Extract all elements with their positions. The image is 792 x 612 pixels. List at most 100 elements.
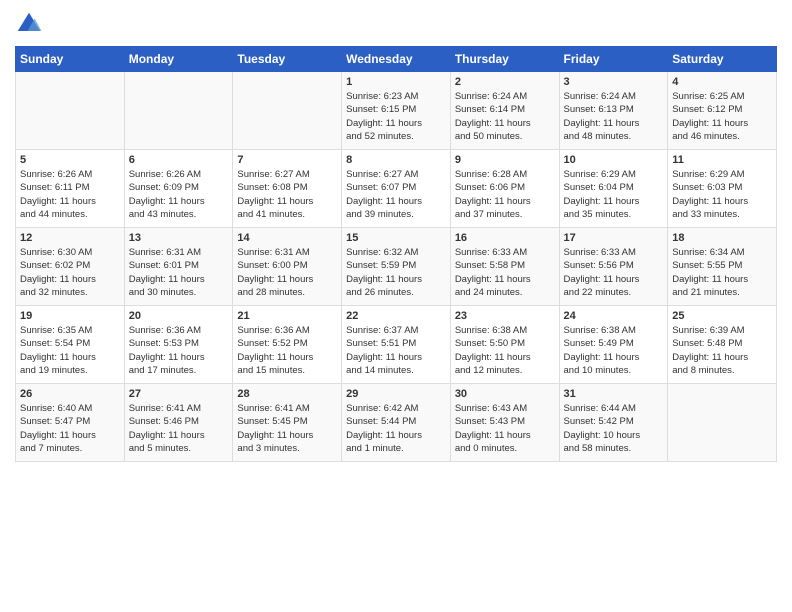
calendar-cell: 3 Sunrise: 6:24 AM Sunset: 6:13 PM Daylig… <box>559 72 668 150</box>
day-info: Sunrise: 6:33 AM Sunset: 5:56 PM Dayligh… <box>564 246 664 299</box>
day-info: Sunrise: 6:36 AM Sunset: 5:52 PM Dayligh… <box>237 324 337 377</box>
calendar-cell: 24 Sunrise: 6:38 AM Sunset: 5:49 PM Dayli… <box>559 306 668 384</box>
calendar-cell: 11 Sunrise: 6:29 AM Sunset: 6:03 PM Dayli… <box>668 150 777 228</box>
calendar-cell <box>124 72 233 150</box>
day-info: Sunrise: 6:33 AM Sunset: 5:58 PM Dayligh… <box>455 246 555 299</box>
day-info: Sunrise: 6:38 AM Sunset: 5:49 PM Dayligh… <box>564 324 664 377</box>
day-info: Sunrise: 6:31 AM Sunset: 6:01 PM Dayligh… <box>129 246 229 299</box>
day-info: Sunrise: 6:25 AM Sunset: 6:12 PM Dayligh… <box>672 90 772 143</box>
day-info: Sunrise: 6:34 AM Sunset: 5:55 PM Dayligh… <box>672 246 772 299</box>
day-number: 10 <box>564 154 664 166</box>
calendar-cell: 14 Sunrise: 6:31 AM Sunset: 6:00 PM Dayli… <box>233 228 342 306</box>
calendar-cell <box>233 72 342 150</box>
weekday-header-saturday: Saturday <box>668 47 777 72</box>
day-info: Sunrise: 6:24 AM Sunset: 6:13 PM Dayligh… <box>564 90 664 143</box>
day-info: Sunrise: 6:31 AM Sunset: 6:00 PM Dayligh… <box>237 246 337 299</box>
day-number: 26 <box>20 388 120 400</box>
day-info: Sunrise: 6:42 AM Sunset: 5:44 PM Dayligh… <box>346 402 446 455</box>
day-info: Sunrise: 6:28 AM Sunset: 6:06 PM Dayligh… <box>455 168 555 221</box>
day-number: 31 <box>564 388 664 400</box>
day-number: 4 <box>672 76 772 88</box>
calendar-cell: 19 Sunrise: 6:35 AM Sunset: 5:54 PM Dayli… <box>16 306 125 384</box>
day-number: 18 <box>672 232 772 244</box>
day-number: 16 <box>455 232 555 244</box>
calendar-cell <box>16 72 125 150</box>
calendar-cell: 27 Sunrise: 6:41 AM Sunset: 5:46 PM Dayli… <box>124 384 233 462</box>
day-info: Sunrise: 6:29 AM Sunset: 6:03 PM Dayligh… <box>672 168 772 221</box>
calendar-cell: 1 Sunrise: 6:23 AM Sunset: 6:15 PM Daylig… <box>342 72 451 150</box>
day-number: 23 <box>455 310 555 322</box>
weekday-header-row: SundayMondayTuesdayWednesdayThursdayFrid… <box>16 47 777 72</box>
calendar-cell: 26 Sunrise: 6:40 AM Sunset: 5:47 PM Dayli… <box>16 384 125 462</box>
day-number: 8 <box>346 154 446 166</box>
weekday-header-monday: Monday <box>124 47 233 72</box>
calendar-week-5: 26 Sunrise: 6:40 AM Sunset: 5:47 PM Dayli… <box>16 384 777 462</box>
day-number: 29 <box>346 388 446 400</box>
day-number: 2 <box>455 76 555 88</box>
calendar-cell: 18 Sunrise: 6:34 AM Sunset: 5:55 PM Dayli… <box>668 228 777 306</box>
day-number: 5 <box>20 154 120 166</box>
day-number: 12 <box>20 232 120 244</box>
calendar-cell: 20Sunrise: 6:36 AM Sunset: 5:53 PM Dayli… <box>124 306 233 384</box>
day-number: 30 <box>455 388 555 400</box>
calendar-cell: 2 Sunrise: 6:24 AM Sunset: 6:14 PM Daylig… <box>450 72 559 150</box>
calendar-cell: 10 Sunrise: 6:29 AM Sunset: 6:04 PM Dayli… <box>559 150 668 228</box>
day-number: 19 <box>20 310 120 322</box>
calendar-cell: 25 Sunrise: 6:39 AM Sunset: 5:48 PM Dayli… <box>668 306 777 384</box>
calendar-cell: 12 Sunrise: 6:30 AM Sunset: 6:02 PM Dayli… <box>16 228 125 306</box>
day-number: 24 <box>564 310 664 322</box>
day-number: 13 <box>129 232 229 244</box>
calendar-cell: 30Sunrise: 6:43 AM Sunset: 5:43 PM Dayli… <box>450 384 559 462</box>
day-info: Sunrise: 6:30 AM Sunset: 6:02 PM Dayligh… <box>20 246 120 299</box>
weekday-header-thursday: Thursday <box>450 47 559 72</box>
header <box>15 10 777 38</box>
day-number: 6 <box>129 154 229 166</box>
calendar-week-3: 12 Sunrise: 6:30 AM Sunset: 6:02 PM Dayli… <box>16 228 777 306</box>
logo-icon <box>15 10 43 38</box>
day-number: 14 <box>237 232 337 244</box>
day-number: 9 <box>455 154 555 166</box>
calendar-cell <box>668 384 777 462</box>
day-info: Sunrise: 6:39 AM Sunset: 5:48 PM Dayligh… <box>672 324 772 377</box>
calendar-week-1: 1 Sunrise: 6:23 AM Sunset: 6:15 PM Daylig… <box>16 72 777 150</box>
day-info: Sunrise: 6:35 AM Sunset: 5:54 PM Dayligh… <box>20 324 120 377</box>
calendar-cell: 31 Sunrise: 6:44 AM Sunset: 5:42 PM Dayli… <box>559 384 668 462</box>
calendar-cell: 15 Sunrise: 6:32 AM Sunset: 5:59 PM Dayli… <box>342 228 451 306</box>
day-number: 20 <box>129 310 229 322</box>
day-info: Sunrise: 6:38 AM Sunset: 5:50 PM Dayligh… <box>455 324 555 377</box>
calendar-cell: 16 Sunrise: 6:33 AM Sunset: 5:58 PM Dayli… <box>450 228 559 306</box>
calendar-cell: 9 Sunrise: 6:28 AM Sunset: 6:06 PM Daylig… <box>450 150 559 228</box>
calendar-week-4: 19 Sunrise: 6:35 AM Sunset: 5:54 PM Dayli… <box>16 306 777 384</box>
day-info: Sunrise: 6:27 AM Sunset: 6:07 PM Dayligh… <box>346 168 446 221</box>
day-number: 25 <box>672 310 772 322</box>
weekday-header-wednesday: Wednesday <box>342 47 451 72</box>
calendar-cell: 22 Sunrise: 6:37 AM Sunset: 5:51 PM Dayli… <box>342 306 451 384</box>
weekday-header-tuesday: Tuesday <box>233 47 342 72</box>
logo <box>15 10 47 38</box>
calendar-cell: 23 Sunrise: 6:38 AM Sunset: 5:50 PM Dayli… <box>450 306 559 384</box>
day-info: Sunrise: 6:41 AM Sunset: 5:46 PM Dayligh… <box>129 402 229 455</box>
calendar-cell: 21Sunrise: 6:36 AM Sunset: 5:52 PM Dayli… <box>233 306 342 384</box>
day-info: Sunrise: 6:23 AM Sunset: 6:15 PM Dayligh… <box>346 90 446 143</box>
page-container: SundayMondayTuesdayWednesdayThursdayFrid… <box>0 0 792 472</box>
day-number: 27 <box>129 388 229 400</box>
day-number: 3 <box>564 76 664 88</box>
day-info: Sunrise: 6:26 AM Sunset: 6:09 PM Dayligh… <box>129 168 229 221</box>
day-number: 7 <box>237 154 337 166</box>
calendar-cell: 6 Sunrise: 6:26 AM Sunset: 6:09 PM Daylig… <box>124 150 233 228</box>
day-number: 15 <box>346 232 446 244</box>
calendar-week-2: 5Sunrise: 6:26 AM Sunset: 6:11 PM Daylig… <box>16 150 777 228</box>
day-info: Sunrise: 6:32 AM Sunset: 5:59 PM Dayligh… <box>346 246 446 299</box>
day-info: Sunrise: 6:24 AM Sunset: 6:14 PM Dayligh… <box>455 90 555 143</box>
day-number: 11 <box>672 154 772 166</box>
day-number: 1 <box>346 76 446 88</box>
day-number: 22 <box>346 310 446 322</box>
calendar-cell: 8 Sunrise: 6:27 AM Sunset: 6:07 PM Daylig… <box>342 150 451 228</box>
day-info: Sunrise: 6:27 AM Sunset: 6:08 PM Dayligh… <box>237 168 337 221</box>
day-info: Sunrise: 6:41 AM Sunset: 5:45 PM Dayligh… <box>237 402 337 455</box>
day-info: Sunrise: 6:37 AM Sunset: 5:51 PM Dayligh… <box>346 324 446 377</box>
day-info: Sunrise: 6:40 AM Sunset: 5:47 PM Dayligh… <box>20 402 120 455</box>
day-number: 28 <box>237 388 337 400</box>
day-info: Sunrise: 6:29 AM Sunset: 6:04 PM Dayligh… <box>564 168 664 221</box>
day-info: Sunrise: 6:44 AM Sunset: 5:42 PM Dayligh… <box>564 402 664 455</box>
